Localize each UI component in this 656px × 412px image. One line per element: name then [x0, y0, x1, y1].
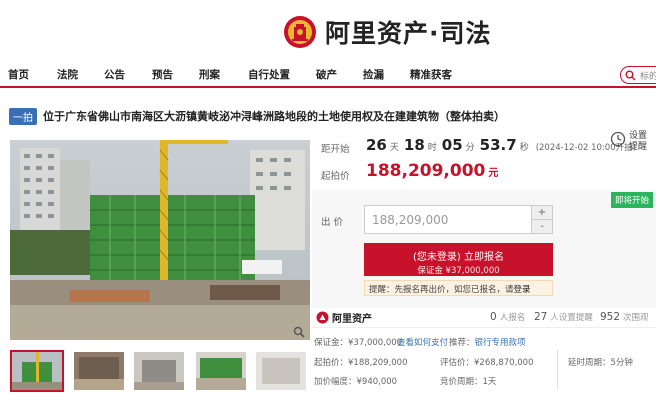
register-deposit-label: 保证金 ¥37,000,000: [417, 266, 500, 276]
signup-count: 0 人报名: [490, 311, 525, 323]
stats-row: 阿里资产 0 人报名 27 人设置提醒 952 次围观: [312, 308, 656, 328]
nav-item-preview[interactable]: 预告: [152, 67, 173, 82]
ali-logo-text: 阿里资产: [332, 314, 372, 325]
zoom-icon[interactable]: [293, 326, 305, 338]
thumbnail-1[interactable]: [10, 350, 64, 392]
nav-item-precise-customers[interactable]: 精准获客: [410, 67, 452, 82]
nav-item-bargain[interactable]: 捡漏: [363, 67, 384, 82]
listing-title-row: 一拍 位于广东省佛山市南海区大沥镇黄岐泌冲浔峰洲路地段的土地使用权及在建建筑物（…: [9, 107, 505, 125]
view-count-label: 次围观: [623, 313, 649, 323]
info-divider: [557, 350, 558, 390]
countdown-days: 26: [366, 136, 387, 154]
assessed-price-info: 评估价：¥268,870,000: [440, 356, 534, 368]
start-price: 188,209,000 元: [366, 161, 498, 181]
bid-label: 出 价: [321, 217, 344, 228]
start-price-unit: 元: [488, 168, 499, 179]
countdown-minutes: 05: [441, 136, 463, 154]
start-price-label: 起拍价: [321, 171, 350, 182]
listing-title: 位于广东省佛山市南海区大沥镇黄岐泌冲浔峰洲路地段的土地使用权及在建建筑物（整体拍…: [43, 110, 505, 123]
login-notice: 提醒：先报名再出价，如您已报名，请登录: [364, 280, 553, 296]
set-reminder-button[interactable]: 设置 提醒: [609, 131, 649, 152]
reminder-count: 27 人设置提醒: [534, 311, 593, 323]
assess-label: 评估价：: [440, 358, 475, 368]
thumbnail-2[interactable]: [74, 352, 124, 390]
search-icon: [625, 70, 636, 81]
auction-round-badge: 一拍: [9, 107, 37, 125]
bank-account-link[interactable]: 银行专用款项: [475, 338, 526, 348]
countdown-label: 距开始: [321, 144, 350, 155]
delay-label: 延时周期：: [568, 358, 611, 368]
countdown-hours: 18: [403, 136, 425, 154]
main-photo[interactable]: [10, 140, 310, 340]
nav-item-bankruptcy[interactable]: 破产: [316, 67, 337, 82]
reminder-label: 设置 提醒: [629, 131, 647, 153]
how-to-pay: 查看如何支付: [397, 336, 448, 348]
increase-bid-button[interactable]: +: [532, 206, 552, 220]
court-emblem-icon: [284, 16, 316, 48]
view-count: 952 次围观: [600, 311, 649, 323]
reminder-count-label: 人设置提醒: [550, 313, 593, 323]
increment-value: ¥940,000: [356, 377, 398, 387]
assess-value: ¥268,870,000: [474, 358, 534, 368]
minutes-unit: 分: [465, 143, 475, 153]
nav-item-criminal[interactable]: 刑案: [199, 67, 220, 82]
construction-site-image: [10, 140, 310, 340]
nav-item-home[interactable]: 首页: [8, 67, 29, 82]
start-price-info: 起拍价：¥188,209,000: [314, 356, 408, 368]
deposit-label: 保证金：: [314, 338, 349, 348]
login-link[interactable]: 登录: [514, 285, 531, 295]
thumbnail-3[interactable]: [134, 352, 184, 390]
signup-count-label: 人报名: [499, 313, 526, 323]
nav-item-court[interactable]: 法院: [57, 67, 78, 82]
search-placeholder: 标的: [640, 72, 656, 82]
brand-header: 阿里资产·司法: [283, 12, 492, 52]
clock-icon: [610, 131, 626, 147]
start-info-label: 起拍价：: [314, 358, 349, 368]
brand-title: 阿里资产·司法: [325, 19, 492, 48]
seconds-unit: 秒: [519, 143, 529, 153]
ali-logo-icon: [316, 311, 329, 324]
delay-period-info: 延时周期：5分钟: [568, 356, 633, 368]
search-box[interactable]: 标的: [620, 66, 656, 84]
main-nav: 首页 法院 公告 预告 刑案 自行处置 破产 捡漏 精准获客 标的: [0, 64, 656, 88]
increment-label: 加价幅度：: [314, 377, 357, 387]
thumbnail-5[interactable]: [256, 352, 306, 390]
increment-info: 加价幅度：¥940,000: [314, 375, 397, 387]
start-price-value: 188,209,000: [366, 161, 486, 181]
deposit-value: ¥37,000,000: [348, 338, 403, 348]
signup-count-number: 0: [490, 311, 497, 323]
cycle-value: 1天: [482, 377, 497, 387]
nav-item-announcement[interactable]: 公告: [104, 67, 125, 82]
days-unit: 天: [389, 143, 399, 153]
countdown-timer: 26 天 18 时 05 分 53.7 秒 (2024-12-02 10:00开…: [366, 136, 636, 154]
register-now-button[interactable]: (您未登录) 立即报名 保证金 ¥37,000,000: [364, 243, 553, 276]
bid-stepper: + -: [532, 205, 553, 234]
notice-text: 提醒：先报名再出价，如您已报名，请: [369, 285, 514, 295]
reminder-count-number: 27: [534, 311, 548, 323]
view-count-number: 952: [600, 311, 621, 323]
how-to-pay-link[interactable]: 查看如何支付: [397, 338, 448, 348]
delay-value: 5分钟: [610, 358, 633, 368]
reminder-line1: 设置: [629, 131, 648, 141]
register-button-label: (您未登录) 立即报名: [413, 252, 504, 263]
ali-asset-logo: 阿里资产: [316, 310, 372, 325]
cycle-label: 竞价周期：: [440, 377, 483, 387]
reminder-line2: 提醒: [629, 142, 648, 152]
bid-cycle-info: 竞价周期：1天: [440, 375, 496, 387]
recommend-info: 推荐：银行专用款项: [449, 336, 526, 348]
recommend-label: 推荐：: [449, 338, 475, 348]
start-info-value: ¥188,209,000: [348, 358, 408, 368]
nav-item-self-disposal[interactable]: 自行处置: [248, 67, 290, 82]
countdown-seconds: 53.7: [479, 136, 517, 154]
bid-amount-input[interactable]: 188,209,000: [364, 205, 532, 234]
status-badge: 即将开始: [611, 192, 654, 208]
deposit-info: 保证金：¥37,000,000: [314, 336, 402, 348]
hours-unit: 时: [427, 143, 437, 153]
decrease-bid-button[interactable]: -: [532, 220, 552, 234]
thumbnail-4[interactable]: [196, 352, 246, 390]
